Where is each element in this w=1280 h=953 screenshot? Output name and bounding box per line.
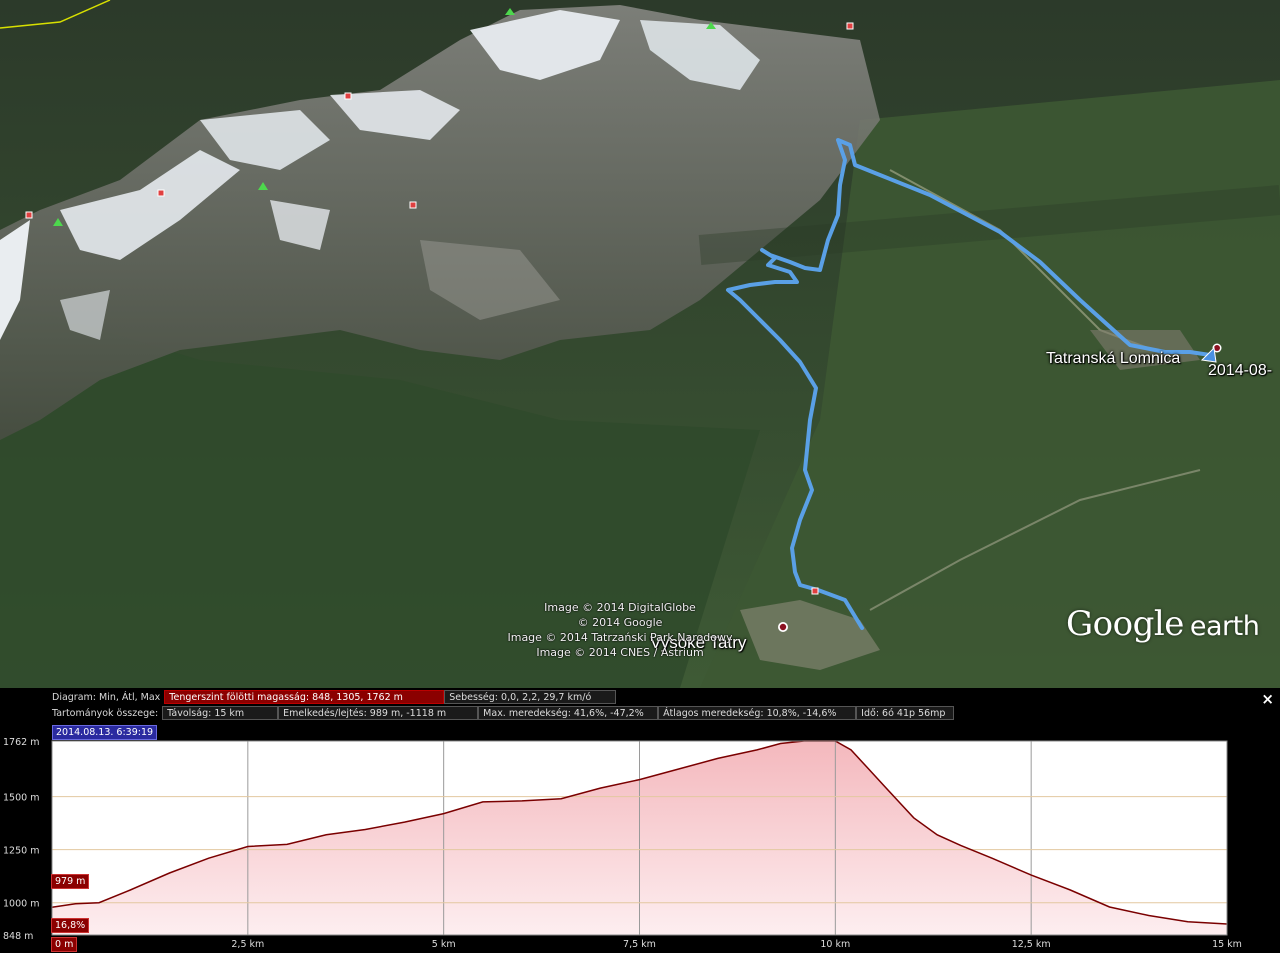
max-slope-stat[interactable]: Max. meredekség: 41,6%, -47,2%: [478, 706, 659, 720]
distance-stat[interactable]: Távolság: 15 km: [162, 706, 279, 720]
y-tick-label: 1000 m: [3, 899, 39, 910]
totals-row: Tartományok összege: Távolság: 15 km Eme…: [52, 706, 955, 720]
place-label-tatranska-lomnica[interactable]: Tatranská Lomnica: [1046, 350, 1180, 368]
y-tick-label: 848 m: [3, 931, 33, 942]
cursor-date-stamp: 2014.08.13. 6:39:19: [52, 725, 158, 740]
google-earth-logo: Google earth: [1066, 604, 1260, 644]
logo-google: Google: [1066, 604, 1184, 644]
diagram-row: Diagram: Min, Átl, Max Tengerszint fölöt…: [52, 690, 617, 704]
elevation-profile-chart[interactable]: 0 m 2,5 km 5 km 7,5 km 10 km 12,5 km 15 km 848 …: [0, 688, 1280, 953]
y-tick-label: 1250 m: [3, 846, 39, 857]
x-tick-label: 15 km: [1212, 939, 1242, 950]
cursor-distance-badge: 0 m: [51, 937, 78, 952]
time-stat[interactable]: Idő: 6ó 41p 56mp: [856, 706, 955, 720]
cursor-slope-badge: 16,8%: [51, 918, 90, 933]
attribution-line: Image © 2014 DigitalGlobe: [544, 601, 696, 614]
elevation-tab[interactable]: Tengerszint fölötti magasság: 848, 1305,…: [164, 690, 445, 704]
elevation-profile-panel: 0 m 2,5 km 5 km 7,5 km 10 km 12,5 km 15 km 848 …: [0, 688, 1280, 953]
x-tick-label: 12,5 km: [1012, 939, 1051, 950]
logo-earth: earth: [1189, 611, 1260, 642]
gain-loss-stat[interactable]: Emelkedés/lejtés: 989 m, -1118 m: [278, 706, 479, 720]
attribution-line: Image © 2014 Tatrzański Park Narodowy: [507, 631, 733, 644]
x-tick-label: 7,5 km: [623, 939, 656, 950]
map-view[interactable]: Tatranská Lomnica 2014-08- Vysoké Tatry …: [0, 0, 1280, 688]
satellite-terrain: [0, 0, 1280, 688]
totals-label: Tartományok összege:: [52, 707, 159, 719]
y-tick-label: 1762 m: [3, 737, 39, 748]
diagram-label: Diagram: Min, Átl, Max: [52, 691, 161, 703]
x-tick-label: 10 km: [820, 939, 850, 950]
track-end-label[interactable]: 2014-08-: [1208, 362, 1272, 380]
attribution-line: © 2014 Google: [577, 616, 663, 629]
x-tick-label: 5 km: [432, 939, 456, 950]
attribution-line: Image © 2014 CNES / Astrium: [536, 646, 704, 659]
imagery-attribution: Image © 2014 DigitalGlobe © 2014 Google …: [500, 600, 740, 660]
close-icon[interactable]: ×: [1261, 690, 1274, 708]
x-tick-label: 2,5 km: [231, 939, 264, 950]
cursor-elevation-badge: 979 m: [51, 874, 90, 889]
speed-tab[interactable]: Sebesség: 0,0, 2,2, 29,7 km/ó: [444, 690, 617, 704]
y-tick-label: 1500 m: [3, 793, 39, 804]
avg-slope-stat[interactable]: Átlagos meredekség: 10,8%, -14,6%: [658, 706, 857, 720]
